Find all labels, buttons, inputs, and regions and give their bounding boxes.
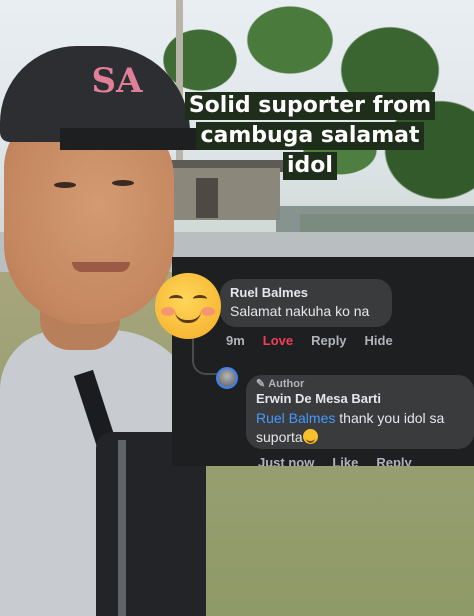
emoji-eye: [169, 295, 183, 303]
caption-line: idol: [283, 152, 337, 180]
hide-button[interactable]: Hide: [365, 333, 393, 348]
author-badge: ✎ Author: [256, 377, 304, 390]
comment-time: 9m: [226, 333, 245, 348]
avatar-icon[interactable]: [216, 367, 238, 389]
reply-button[interactable]: Reply: [376, 455, 411, 466]
house-door: [196, 178, 218, 218]
caption-line: Solid suporter from: [184, 92, 436, 120]
comment-screenshot: Ruel Balmes Salamat nakuha ko na 9m Love…: [172, 257, 474, 466]
caption: Solid suporter from cambuga salamat idol: [160, 92, 460, 182]
comment-text: Salamat nakuha ko na: [230, 303, 370, 319]
caption-line: cambuga salamat: [196, 122, 424, 150]
reply-text-part: suporta: [256, 429, 303, 445]
mention-link[interactable]: Ruel Balmes: [256, 410, 335, 426]
reply-text-part: thank you idol sa: [335, 410, 445, 426]
emoji-blush: [201, 307, 215, 316]
person-eye: [54, 182, 76, 188]
smiling-face-emoji-icon: [155, 273, 221, 339]
pencil-icon: ✎: [256, 378, 266, 390]
comment-actions: 9m Love Reply Hide: [226, 333, 393, 348]
like-button[interactable]: Like: [332, 455, 358, 466]
emoji-blush: [161, 307, 175, 316]
reply-text: Ruel Balmes thank you idol sa suporta: [256, 409, 468, 447]
fence: [276, 206, 474, 232]
person-eye: [112, 180, 134, 186]
smiling-face-emoji-icon: [302, 429, 318, 444]
comment-author[interactable]: Ruel Balmes: [230, 285, 382, 300]
emoji-smile: [175, 311, 201, 323]
bag-zipper: [118, 440, 126, 616]
reply-time: Just now: [258, 455, 315, 466]
person-mouth: [72, 262, 130, 272]
reply-author[interactable]: Erwin De Mesa Barti: [256, 391, 381, 406]
author-badge-label: Author: [268, 378, 305, 390]
reply-actions: Just now Like Reply: [258, 455, 412, 466]
love-reaction-button[interactable]: Love: [263, 333, 293, 348]
emoji-eye: [193, 295, 207, 303]
cap-logo: SA: [91, 61, 143, 101]
comment-bubble: Ruel Balmes Salamat nakuha ko na: [220, 279, 392, 327]
reply-button[interactable]: Reply: [311, 333, 346, 348]
